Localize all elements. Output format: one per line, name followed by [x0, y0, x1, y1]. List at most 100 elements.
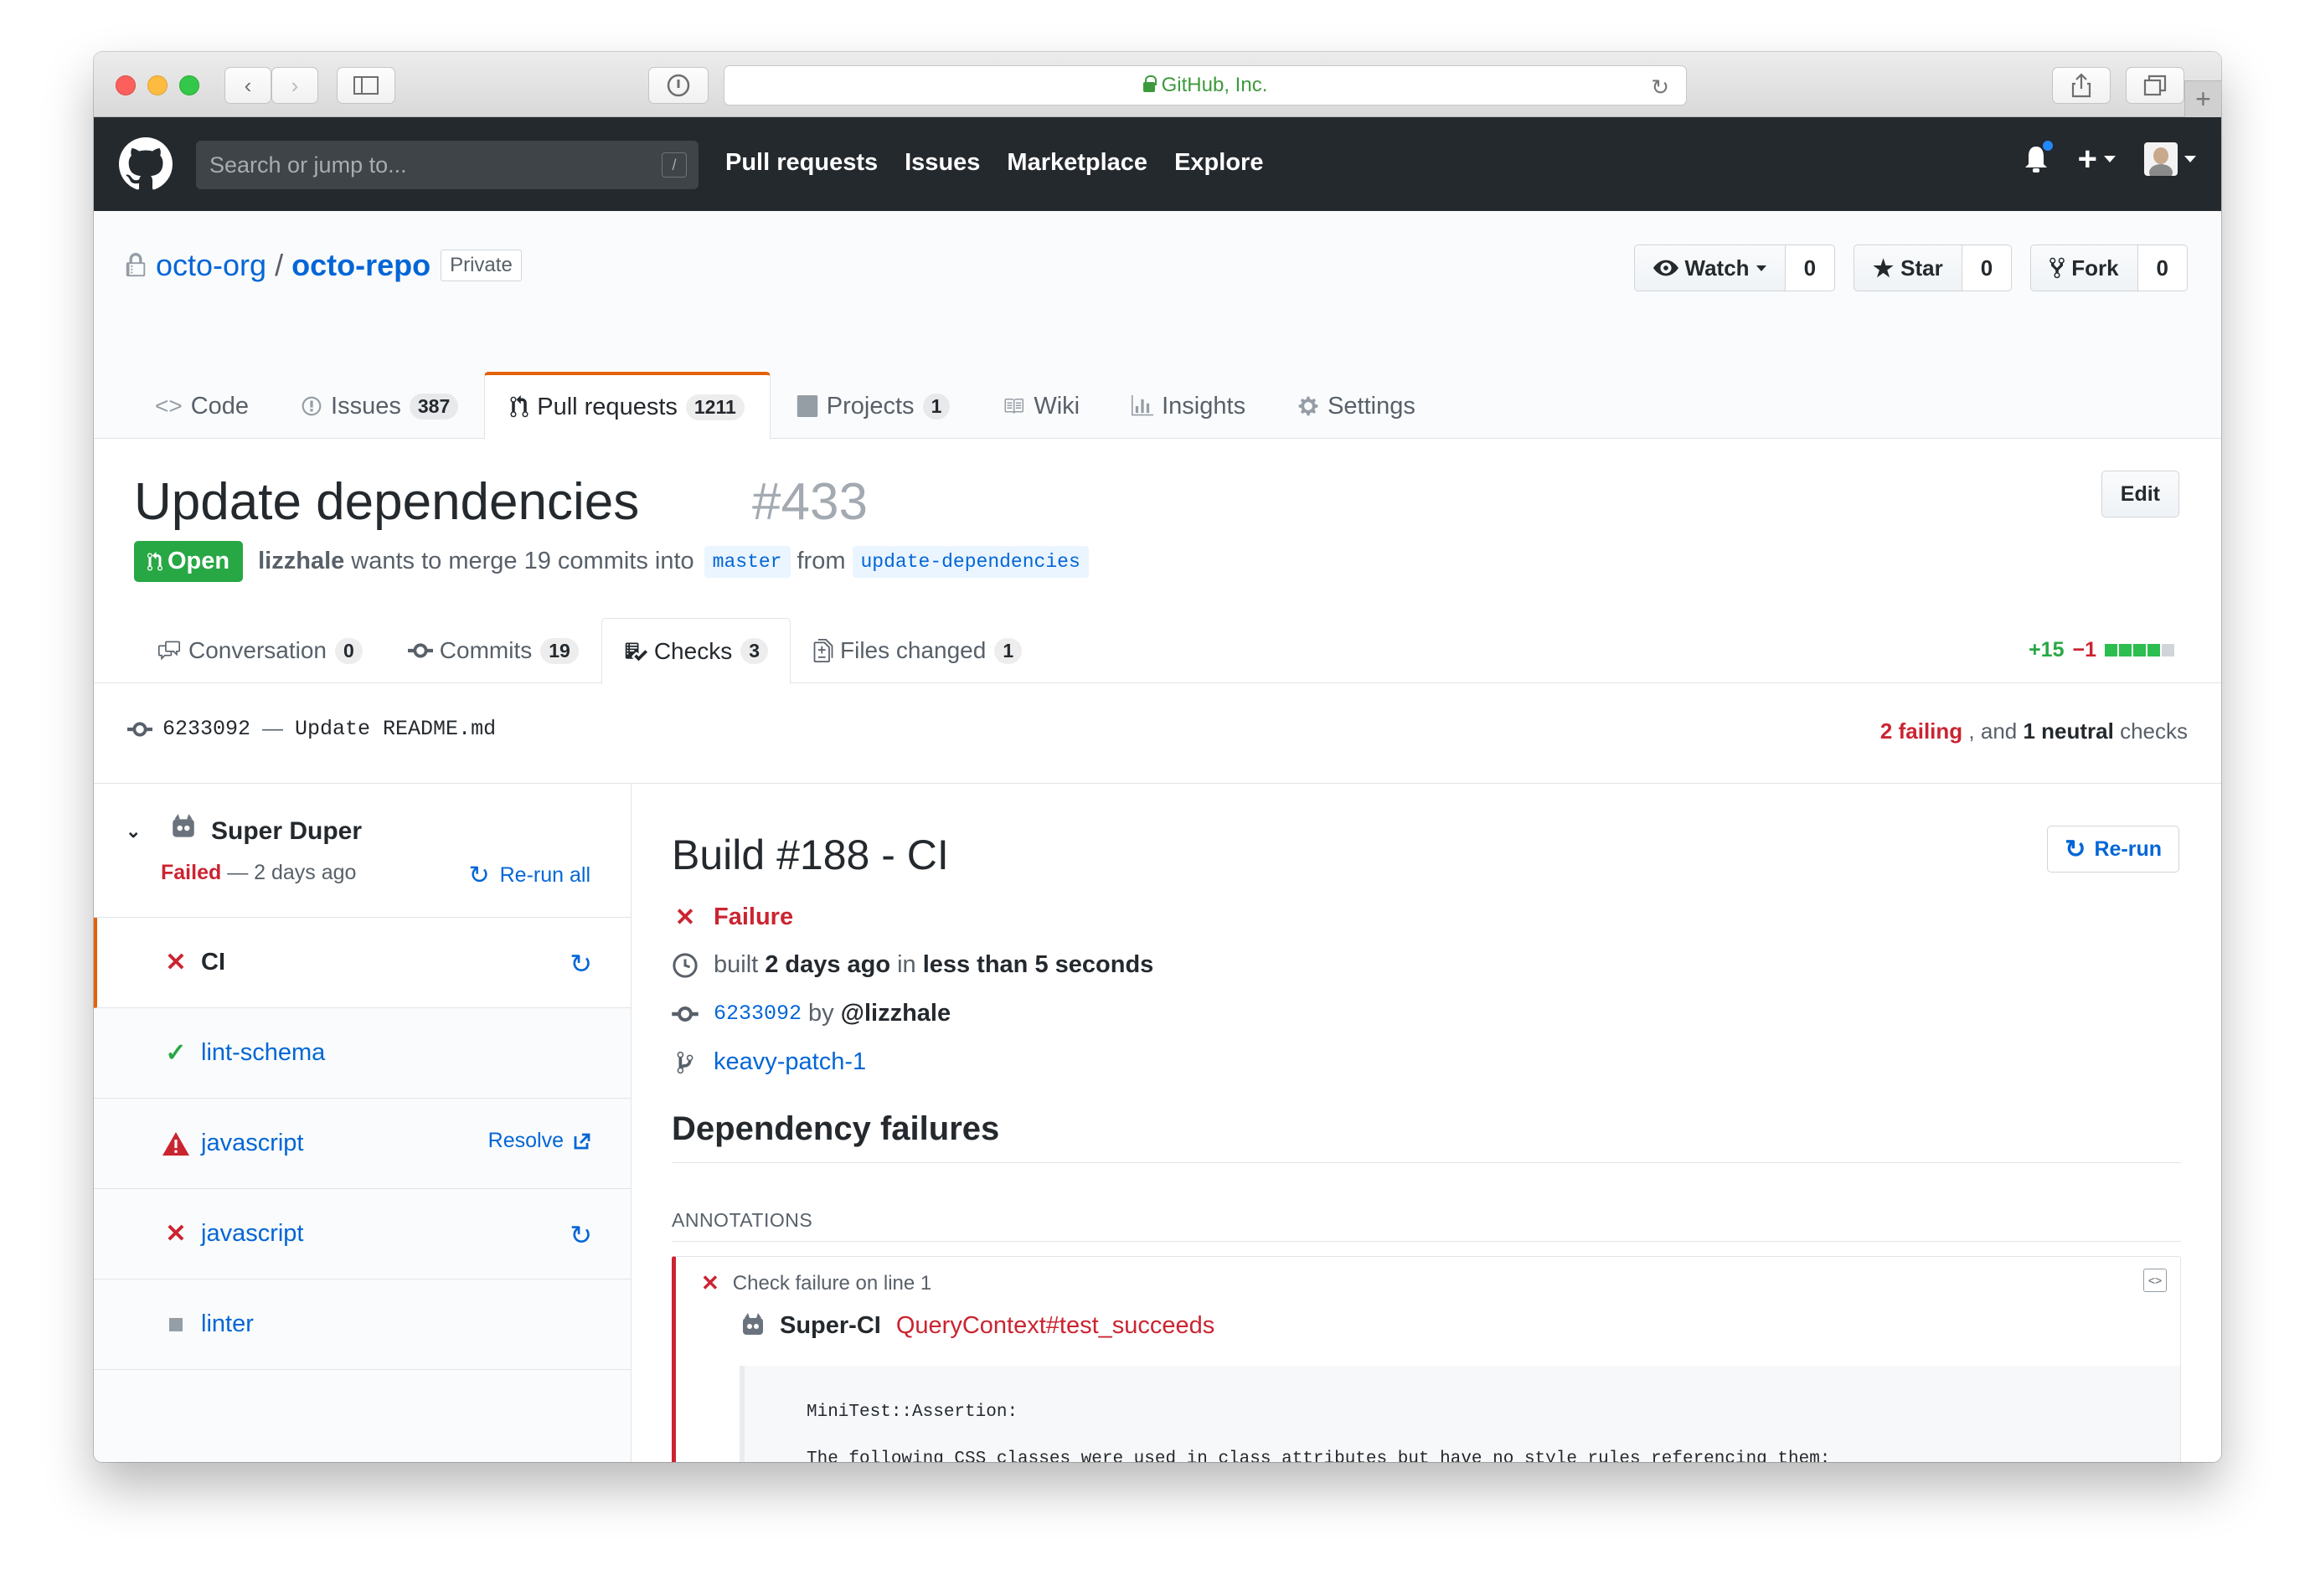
- x-icon: ✕: [165, 949, 187, 976]
- sync-icon: ↻: [2065, 835, 2086, 863]
- plus-icon: +: [2195, 84, 2211, 114]
- notifications-button[interactable]: [2023, 139, 2055, 174]
- fork-label: Fork: [2071, 255, 2119, 281]
- check-suite-header[interactable]: ⌄ Super Duper Failed — 2 days ago ↻ Re-r…: [94, 784, 631, 918]
- nav-marketplace[interactable]: Marketplace: [1007, 149, 1147, 177]
- tab-checks[interactable]: Checks 3: [601, 618, 791, 684]
- header-nav: Pull requests Issues Marketplace Explore: [725, 149, 1263, 177]
- build-branch-link[interactable]: keavy-patch-1: [714, 1048, 866, 1076]
- tab-files-changed[interactable]: Files changed 1: [791, 618, 1044, 683]
- annotation-app-name: Super-CI: [780, 1312, 881, 1339]
- commit-sha[interactable]: 6233092: [162, 717, 250, 741]
- fork-count[interactable]: 0: [2137, 245, 2188, 291]
- build-commit-sha[interactable]: 6233092: [714, 1001, 802, 1026]
- repo-nav: <> Code Issues 387 Pull requests 1211 Pr…: [129, 313, 1441, 440]
- check-run-item[interactable]: javascript Resolve: [94, 1099, 631, 1189]
- comment-discussion-icon: [158, 641, 180, 661]
- tab-settings[interactable]: Settings: [1271, 372, 1441, 439]
- pr-meta: Open lizzhale wants to merge 19 commits …: [134, 541, 1096, 582]
- repo-owner-link[interactable]: octo-org: [156, 248, 266, 283]
- neutral-count: 1 neutral: [2023, 718, 2114, 744]
- zoom-window-button[interactable]: [179, 75, 199, 95]
- tab-wiki[interactable]: Wiki: [976, 372, 1106, 439]
- check-run-item[interactable]: ✓ lint-schema: [94, 1008, 631, 1099]
- tab-issues[interactable]: Issues 387: [275, 372, 484, 439]
- tab-checks-label: Checks: [653, 637, 733, 664]
- tabs-overview-button[interactable]: [2126, 67, 2184, 104]
- files-changed-counter: 1: [994, 637, 1023, 664]
- build-user[interactable]: @lizzhale: [841, 1000, 951, 1027]
- check-suite-time: — 2 days ago: [227, 861, 357, 884]
- pr-number: #433: [752, 473, 868, 531]
- search-input[interactable]: Search or jump to... /: [196, 141, 699, 189]
- star-button[interactable]: ★ Star: [1854, 245, 1962, 291]
- share-button[interactable]: [2052, 67, 2111, 104]
- check-run-item[interactable]: ✕ javascript ↻: [94, 1189, 631, 1279]
- watch-count[interactable]: 0: [1785, 245, 1836, 291]
- head-branch[interactable]: update-dependencies: [852, 545, 1089, 578]
- minimize-window-button[interactable]: [147, 75, 168, 95]
- tab-insights[interactable]: Insights: [1106, 372, 1271, 439]
- rerun-all-button[interactable]: ↻ Re-run all: [468, 861, 590, 890]
- rerun-button[interactable]: ↻ Re-run: [2047, 826, 2179, 873]
- watch-button[interactable]: Watch: [1633, 245, 1786, 291]
- commit-message[interactable]: Update README.md: [295, 717, 496, 741]
- check-run-item[interactable]: ✕ CI ↻: [94, 918, 631, 1008]
- forward-button[interactable]: ›: [271, 67, 318, 104]
- check-run-name: lint-schema: [201, 1039, 326, 1066]
- sync-icon: ↻: [570, 949, 592, 979]
- build-by-text: by: [808, 1000, 834, 1027]
- repo-name-link[interactable]: octo-repo: [291, 248, 431, 283]
- star-count[interactable]: 0: [1962, 245, 2013, 291]
- search-shortcut-hint: /: [662, 152, 687, 178]
- resolve-link[interactable]: Resolve: [488, 1129, 592, 1153]
- sidebar-toggle-button[interactable]: [337, 67, 395, 104]
- close-window-button[interactable]: [116, 75, 136, 95]
- user-menu[interactable]: [2144, 142, 2196, 176]
- avatar: [2144, 142, 2178, 176]
- nav-explore[interactable]: Explore: [1174, 149, 1263, 177]
- rerun-check-button[interactable]: ↻: [570, 948, 592, 980]
- check-icon: ✓: [165, 1039, 187, 1067]
- fork-group: Fork 0: [2030, 245, 2188, 291]
- tab-commits[interactable]: Commits 19: [385, 618, 601, 683]
- gear-icon: [1298, 396, 1318, 416]
- base-branch[interactable]: master: [704, 545, 791, 578]
- rerun-check-button[interactable]: ↻: [570, 1219, 592, 1251]
- summary-end-text: checks: [2120, 718, 2188, 744]
- check-run-detail: Build #188 - CI ↻ Re-run ✕ Failure built…: [632, 784, 2221, 1462]
- tab-pull-requests[interactable]: Pull requests 1211: [484, 372, 771, 440]
- git-branch-icon: [677, 1051, 693, 1073]
- commit-dash: —: [262, 717, 284, 740]
- fork-button[interactable]: Fork: [2030, 245, 2138, 291]
- code-icon: <>: [155, 393, 183, 419]
- x-icon: ✕: [701, 1270, 719, 1295]
- tab-code[interactable]: <> Code: [129, 372, 275, 439]
- edit-title-button[interactable]: Edit: [2101, 471, 2179, 517]
- github-logo-icon[interactable]: [119, 137, 173, 191]
- new-tab-button[interactable]: +: [2184, 80, 2221, 117]
- commit-icon: [127, 721, 152, 737]
- nav-issues[interactable]: Issues: [905, 149, 980, 177]
- annotation-test-name[interactable]: QueryContext#test_succeeds: [896, 1312, 1214, 1340]
- view-code-icon[interactable]: <>: [2143, 1269, 2167, 1292]
- annotation-message: MiniTest::Assertion: The following CSS c…: [740, 1366, 2180, 1462]
- build-timing: built 2 days ago in less than 5 seconds: [672, 951, 1153, 979]
- create-new-menu[interactable]: +: [2078, 142, 2116, 176]
- build-title: Build #188 - CI: [672, 831, 949, 878]
- github-header: Search or jump to... / Pull requests Iss…: [94, 117, 2221, 211]
- pr-author-link[interactable]: lizzhale: [258, 548, 344, 575]
- back-button[interactable]: ‹: [224, 67, 271, 104]
- nav-pull-requests[interactable]: Pull requests: [725, 149, 878, 177]
- tab-projects[interactable]: Projects 1: [771, 372, 977, 439]
- lock-icon: [126, 253, 146, 277]
- privacy-report-button[interactable]: [648, 67, 709, 104]
- reload-icon[interactable]: ↻: [1651, 75, 1669, 100]
- chevron-down-icon[interactable]: ⌄: [126, 821, 141, 842]
- address-bar[interactable]: GitHub, Inc. ↻: [724, 65, 1687, 106]
- tab-conversation[interactable]: Conversation 0: [134, 618, 385, 683]
- eye-icon: [1652, 260, 1678, 276]
- check-run-item[interactable]: linter: [94, 1279, 631, 1370]
- plus-icon: +: [2077, 141, 2097, 178]
- caret-down-icon: [1756, 265, 1766, 271]
